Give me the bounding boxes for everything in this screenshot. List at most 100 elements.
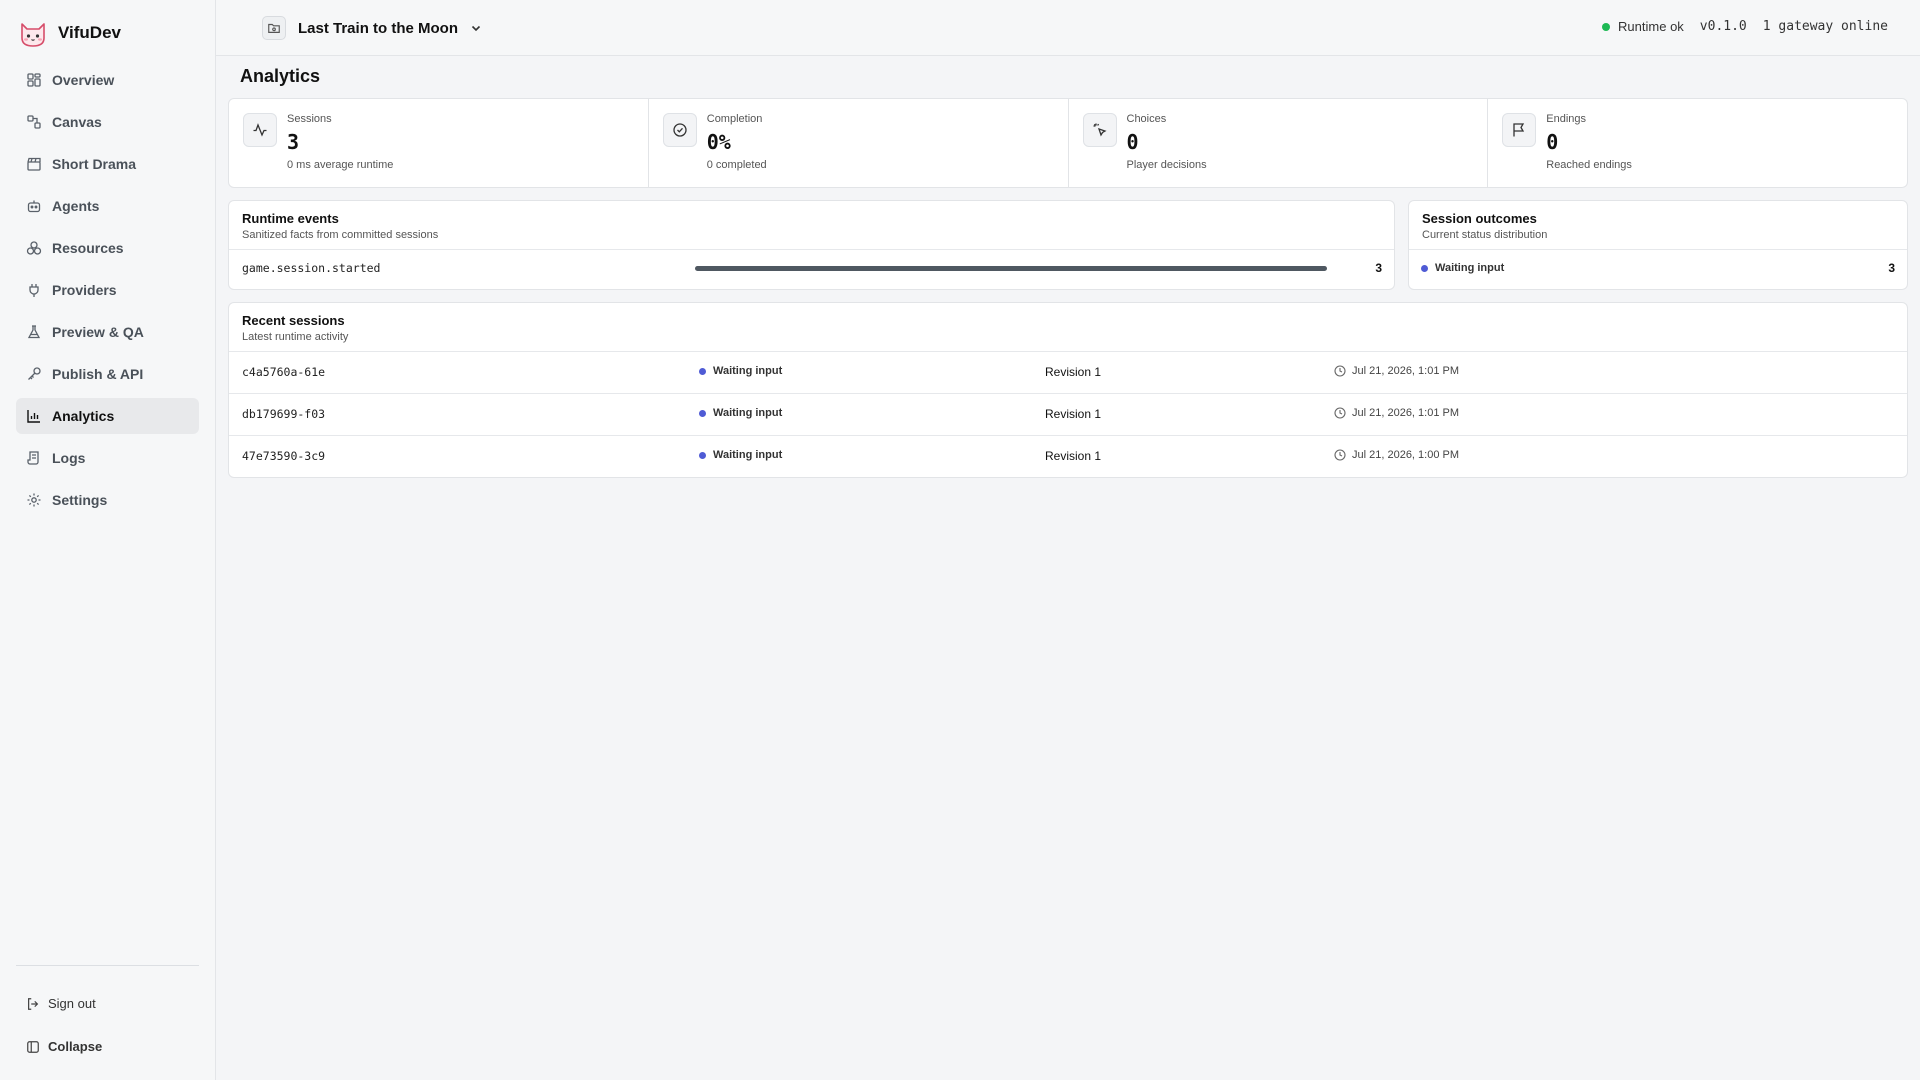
layout-grid-icon [26, 72, 42, 88]
project-name: Last Train to the Moon [298, 19, 458, 37]
card-title: Session outcomes [1422, 211, 1537, 226]
runtime-events-card: Runtime events Sanitized facts from comm… [228, 200, 1395, 290]
session-status: Waiting input [699, 365, 782, 377]
sidebar-item-canvas[interactable]: Canvas [16, 104, 199, 140]
gateway-status: 1 gateway online [1762, 19, 1888, 34]
recent-sessions-card: Recent sessions Latest runtime activity … [228, 302, 1908, 478]
scroll-icon [26, 450, 42, 466]
sidebar-divider [16, 965, 199, 966]
status-dot [1421, 264, 1428, 272]
folder-icon [262, 16, 286, 40]
sidebar-item-analytics[interactable]: Analytics [16, 398, 199, 434]
card-subtitle: Sanitized facts from committed sessions [242, 229, 439, 241]
card-divider [229, 249, 1394, 250]
gear-icon [26, 492, 42, 508]
stat-sub: 0 ms average runtime [287, 159, 394, 171]
pointer-click-icon [1082, 113, 1117, 147]
stat-sub: 0 completed [706, 159, 767, 171]
sidebar-item-logs[interactable]: Logs [16, 440, 199, 476]
card-divider [1409, 249, 1907, 250]
flag-icon [1502, 113, 1537, 147]
sidebar-item-publish-api[interactable]: Publish & API [16, 356, 199, 392]
topbar: Last Train to the Moon Runtime ok v0.1.0… [216, 0, 1920, 56]
key-icon [26, 366, 42, 382]
outcome-row: Waiting input 3 [1421, 261, 1895, 275]
stat-label: Sessions [287, 113, 332, 125]
stat-label: Endings [1546, 113, 1587, 125]
stats-panel: Sessions 3 0 ms average runtime Completi… [228, 98, 1908, 188]
sidebar-item-agents[interactable]: Agents [16, 188, 199, 224]
card-title: Recent sessions [242, 313, 345, 328]
bot-icon [26, 198, 42, 214]
session-time: Jul 21, 2026, 1:01 PM [1334, 407, 1459, 419]
workflow-icon [26, 114, 42, 130]
card-title: Runtime events [242, 211, 339, 226]
session-time: Jul 21, 2026, 1:01 PM [1334, 365, 1459, 377]
collapse-button[interactable]: Collapse [26, 1039, 102, 1054]
event-bar [695, 266, 1327, 271]
sidebar-item-providers[interactable]: Providers [16, 272, 199, 308]
session-outcomes-card: Session outcomes Current status distribu… [1408, 200, 1908, 290]
status-area: Runtime ok v0.1.0 1 gateway online [1602, 19, 1888, 34]
cat-logo-icon [21, 23, 45, 47]
session-revision: Revision 1 [1045, 365, 1102, 379]
sidebar-item-settings[interactable]: Settings [16, 482, 199, 518]
sidebar-item-overview[interactable]: Overview [16, 62, 199, 98]
sidebar-item-resources[interactable]: Resources [16, 230, 199, 266]
sidebar-item-preview-qa[interactable]: Preview & QA [16, 314, 199, 350]
brand-name: VifuDev [58, 23, 121, 42]
page-title: Analytics [240, 66, 321, 86]
flask-icon [26, 324, 42, 340]
outcome-label: Waiting input [1435, 262, 1505, 274]
session-status: Waiting input [699, 407, 782, 419]
session-id: 47e73590-3c9 [242, 449, 326, 463]
plug-icon [26, 282, 42, 298]
sidebar-item-label: Overview [52, 72, 115, 88]
sidebar-item-label: Agents [52, 198, 100, 214]
session-id: c4a5760a-61e [242, 365, 326, 379]
check-circle-icon [662, 113, 697, 147]
stat-completion: Completion 0% 0 completed [649, 99, 1069, 187]
clock-icon [1334, 365, 1346, 377]
stat-endings: Endings 0 Reached endings [1488, 99, 1907, 187]
clock-icon [1334, 407, 1346, 419]
status-dot [699, 367, 706, 375]
table-row[interactable]: 47e73590-3c9 Waiting input Revision 1 Ju… [229, 435, 1907, 477]
outcome-count: 3 [1888, 261, 1895, 275]
log-out-icon [28, 997, 39, 1010]
sidebar-item-label: Publish & API [52, 366, 144, 382]
stat-value: 0% [706, 130, 731, 154]
boxes-icon [26, 240, 42, 256]
session-time-label: Jul 21, 2026, 1:01 PM [1352, 365, 1460, 377]
sidebar-item-label: Short Drama [52, 156, 137, 172]
sidebar-item-short-drama[interactable]: Short Drama [16, 146, 199, 182]
collapse-label: Collapse [48, 1039, 103, 1054]
stat-value: 0 [1546, 130, 1559, 154]
session-status-label: Waiting input [713, 407, 783, 419]
session-status-label: Waiting input [713, 365, 783, 377]
stat-sub: Player decisions [1126, 159, 1207, 171]
session-status-label: Waiting input [713, 449, 783, 461]
runtime-status-label: Runtime ok [1618, 19, 1684, 34]
sign-out-button[interactable]: Sign out [26, 996, 96, 1011]
chevron-down-icon [471, 25, 481, 32]
sidebar: VifuDev Overview Canvas Short Drama Agen… [0, 0, 216, 1080]
sign-out-label: Sign out [48, 996, 96, 1011]
sidebar-item-label: Logs [52, 450, 86, 466]
session-time: Jul 21, 2026, 1:00 PM [1334, 449, 1459, 461]
session-revision: Revision 1 [1045, 449, 1102, 463]
stat-label: Choices [1126, 113, 1167, 125]
card-subtitle: Current status distribution [1422, 229, 1548, 241]
activity-icon [243, 113, 277, 147]
table-row[interactable]: c4a5760a-61e Waiting input Revision 1 Ju… [229, 351, 1907, 393]
table-row[interactable]: db179699-f03 Waiting input Revision 1 Ju… [229, 393, 1907, 435]
sidebar-item-label: Providers [52, 282, 117, 298]
runtime-status: Runtime ok [1602, 19, 1684, 34]
status-dot [1602, 23, 1611, 31]
project-selector[interactable]: Last Train to the Moon [262, 16, 482, 40]
session-id: db179699-f03 [242, 407, 326, 421]
brand[interactable]: VifuDev [18, 18, 121, 48]
status-dot [699, 451, 706, 459]
session-revision: Revision 1 [1045, 407, 1102, 421]
sidebar-nav: Overview Canvas Short Drama Agents Resou… [16, 62, 199, 524]
